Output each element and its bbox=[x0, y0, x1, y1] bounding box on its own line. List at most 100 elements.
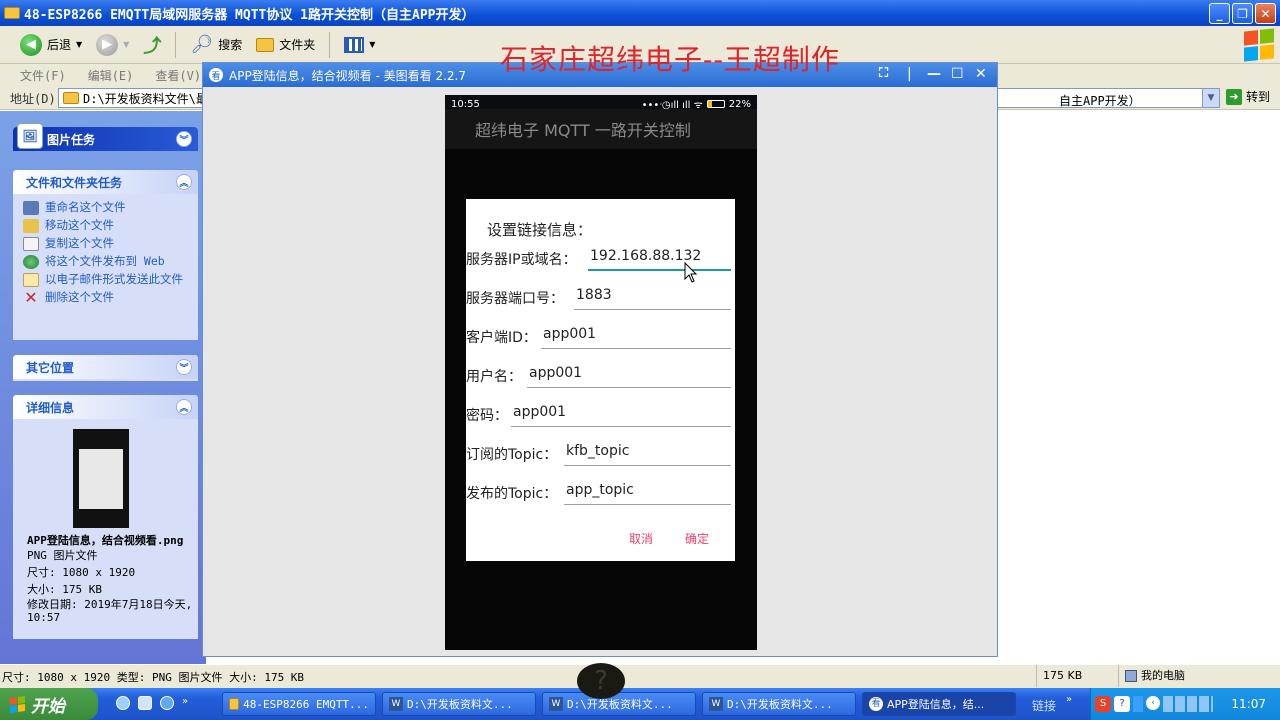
task-email-label: 以电子邮件形式发送此文件 bbox=[45, 272, 183, 286]
other-places-title: 其它位置 bbox=[26, 360, 75, 375]
task-publish[interactable]: 将这个文件发布到 Web bbox=[13, 253, 198, 271]
publish-topic-input[interactable]: app_topic bbox=[564, 482, 731, 505]
details-header[interactable]: 详细信息 ︽ bbox=[13, 395, 198, 419]
image-viewer-window: 看 APP登陆信息，结合视频看 - 美图看看 2.2.7 ⛶ | — ☐ ✕ 1… bbox=[202, 62, 998, 699]
fullscreen-icon[interactable]: ⛶ bbox=[879, 66, 888, 81]
folders-icon bbox=[256, 37, 275, 52]
task-copy[interactable]: 复制这个文件 bbox=[13, 235, 198, 253]
field-label: 订阅的Topic： bbox=[466, 447, 558, 463]
task-delete[interactable]: ✕ 删除这个文件 bbox=[13, 289, 198, 307]
sogou-icon[interactable]: S bbox=[1095, 696, 1111, 712]
task-delete-label: 删除这个文件 bbox=[45, 290, 114, 304]
word-icon: W bbox=[549, 697, 563, 711]
server-port-input[interactable]: 1883 bbox=[574, 287, 731, 310]
up-folder-button[interactable]: ⤴ bbox=[139, 30, 165, 60]
start-button[interactable]: 开始 bbox=[0, 688, 98, 720]
help-icon[interactable]: ? bbox=[577, 663, 625, 699]
ok-button[interactable]: 确定 bbox=[685, 530, 709, 547]
forward-button[interactable]: ▶ ▼ bbox=[92, 30, 133, 60]
quick-launch-more-icon[interactable]: » bbox=[182, 696, 188, 710]
picture-tasks-icon: 🖼︎ bbox=[17, 123, 43, 149]
tray-icons[interactable]: S ? ‹ bbox=[1095, 696, 1213, 712]
delete-x-icon: ✕ bbox=[24, 288, 38, 307]
task-move-label: 移动这个文件 bbox=[45, 218, 114, 232]
password-input[interactable]: app001 bbox=[511, 404, 731, 427]
globe-icon bbox=[23, 255, 39, 269]
taskbar-button-doc-2[interactable]: W D:\开发板资料文... bbox=[542, 692, 696, 716]
search-button[interactable]: 🔎︎ 搜索 bbox=[186, 30, 246, 60]
expand-chevron-icon[interactable]: ︾ bbox=[176, 359, 192, 375]
clock: 11:07 bbox=[1231, 697, 1266, 711]
taskbar-button-viewer[interactable]: 看 APP登陆信息，结... bbox=[862, 692, 1016, 716]
windows-flag-icon bbox=[10, 695, 25, 713]
folder-icon bbox=[4, 7, 20, 19]
status-computer: 我的电脑 bbox=[1118, 665, 1185, 687]
minimize-button[interactable]: _ bbox=[1209, 3, 1230, 24]
up-folder-icon: ⤴ bbox=[143, 35, 162, 57]
go-button[interactable]: ➜ 转到 bbox=[1226, 88, 1270, 105]
details-size: 大小: 175 KB bbox=[27, 583, 102, 596]
quick-launch: » bbox=[116, 696, 188, 710]
address-folder-icon bbox=[63, 92, 79, 104]
taskbar-button-doc-3[interactable]: W D:\开发板资料文... bbox=[702, 692, 856, 716]
subscribe-topic-input[interactable]: kfb_topic bbox=[564, 443, 731, 466]
computer-icon bbox=[1125, 670, 1137, 682]
address-value: D:\开发板资料文件\最 bbox=[83, 91, 208, 106]
collapse-chevron-icon[interactable]: ︽ bbox=[176, 399, 192, 415]
taskbar-button-label: D:\开发板资料文... bbox=[727, 698, 833, 711]
task-rename[interactable]: 重命名这个文件 bbox=[13, 199, 198, 217]
close-button[interactable]: ✕ bbox=[1255, 3, 1276, 24]
address-dropdown-icon[interactable]: ▼ bbox=[1202, 89, 1219, 107]
views-button[interactable]: ▼ bbox=[340, 30, 379, 60]
client-id-input[interactable]: app001 bbox=[541, 326, 731, 349]
notification-icons[interactable] bbox=[1163, 696, 1213, 712]
folders-button[interactable]: 文件夹 bbox=[252, 30, 319, 60]
app-title: 超纬电子 MQTT 一路开关控制 bbox=[475, 121, 691, 140]
cancel-button[interactable]: 取消 bbox=[629, 530, 653, 547]
field-label: 用户名： bbox=[466, 369, 522, 385]
links-toolbar[interactable]: 链接 bbox=[1032, 697, 1056, 714]
taskbar-button-explorer[interactable]: 48-ESP8266 EMQTT... bbox=[222, 692, 376, 716]
help-tray-icon[interactable]: ? bbox=[1114, 696, 1130, 712]
server-ip-input[interactable]: 192.168.88.132 bbox=[588, 248, 731, 271]
task-email[interactable]: 以电子邮件形式发送此文件 bbox=[13, 271, 198, 289]
field-client-id: 客户端ID： app001 bbox=[466, 323, 735, 349]
menu-file[interactable]: 文件(F) bbox=[20, 67, 66, 84]
collapse-chevron-icon[interactable]: ︾ bbox=[176, 131, 192, 147]
views-dropdown-icon: ▼ bbox=[369, 40, 376, 49]
menu-edit[interactable]: 编辑(E) bbox=[88, 67, 134, 84]
tray-expand-icon[interactable]: ‹ bbox=[1146, 696, 1160, 710]
media-icon[interactable] bbox=[138, 696, 152, 710]
file-tasks-header[interactable]: 文件和文件夹任务 ︽ bbox=[13, 170, 198, 194]
picture-tasks-header[interactable]: 🖼︎ 图片任务 ︾ bbox=[13, 123, 198, 151]
field-password: 密码： app001 bbox=[466, 401, 735, 427]
ie-icon[interactable] bbox=[116, 696, 130, 710]
file-thumbnail bbox=[73, 429, 129, 528]
restore-button[interactable]: ❐ bbox=[1232, 3, 1253, 24]
viewer-minimize-button[interactable]: — bbox=[927, 66, 941, 82]
connection-settings-dialog: 设置链接信息： 服务器IP或域名： 192.168.88.132 服务器端口号：… bbox=[466, 199, 735, 561]
desktop-icon[interactable] bbox=[160, 696, 174, 710]
other-places-header[interactable]: 其它位置 ︾ bbox=[13, 355, 198, 379]
details-dimensions: 尺寸: 1080 x 1920 bbox=[27, 566, 136, 579]
back-dropdown-icon[interactable]: ▼ bbox=[76, 40, 82, 49]
address-value-tail: 自主APP开发） bbox=[1059, 94, 1141, 108]
username-input[interactable]: app001 bbox=[527, 365, 731, 388]
phone-time: 10:55 bbox=[451, 98, 480, 110]
mouse-cursor-icon bbox=[684, 262, 698, 283]
back-label: 后退 bbox=[47, 38, 72, 52]
address-label: 地址(D) bbox=[10, 92, 56, 106]
collapse-chevron-icon[interactable]: ︽ bbox=[176, 174, 192, 190]
menu-view[interactable]: 查看(V) bbox=[155, 67, 201, 84]
details-filename: APP登陆信息，结合视频看.png bbox=[27, 534, 184, 547]
viewer-close-button[interactable]: ✕ bbox=[975, 66, 987, 82]
viewer-app-icon: 看 bbox=[209, 68, 223, 82]
links-more-icon[interactable]: » bbox=[1066, 694, 1072, 705]
field-label: 客户端ID： bbox=[466, 330, 537, 346]
viewer-maximize-button[interactable]: ☐ bbox=[951, 66, 964, 82]
go-arrow-icon: ➜ bbox=[1226, 88, 1242, 105]
go-label: 转到 bbox=[1246, 90, 1271, 104]
back-button[interactable]: ◀ 后退 ▼ bbox=[16, 30, 86, 60]
task-move[interactable]: 移动这个文件 bbox=[13, 217, 198, 235]
taskbar-button-doc-1[interactable]: W D:\开发板资料文... bbox=[382, 692, 536, 716]
